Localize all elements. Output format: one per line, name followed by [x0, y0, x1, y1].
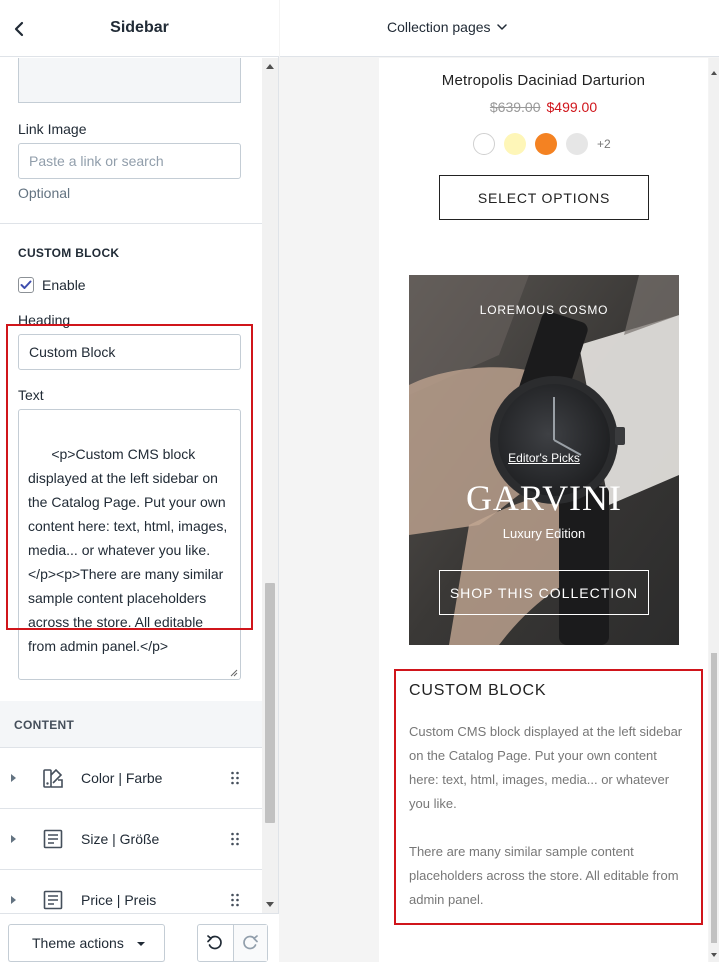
expand-caret-icon[interactable] [11, 835, 16, 843]
product-price: $639.00 $499.00 [379, 99, 708, 115]
content-block-item[interactable]: Size | Größe [0, 808, 262, 869]
page-type-label: Collection pages [387, 19, 491, 35]
shop-collection-button[interactable]: SHOP THIS COLLECTION [439, 570, 649, 615]
sidebar-scrollbar[interactable] [262, 58, 278, 913]
color-swatch-icon [41, 766, 65, 790]
banner-title: GARVINI [465, 478, 623, 518]
expand-caret-icon[interactable] [11, 774, 16, 782]
compare-at-price: $639.00 [489, 99, 541, 115]
more-swatches-count: +2 [597, 137, 611, 151]
resize-grip-icon[interactable] [230, 669, 238, 677]
preview-header: Collection pages [280, 0, 719, 57]
scroll-down-arrow-icon[interactable] [711, 953, 717, 957]
undo-redo-group [197, 924, 268, 962]
settings-sidebar: Sidebar Link Image Paste a link or searc… [0, 0, 279, 962]
page-type-selector[interactable]: Collection pages [387, 19, 507, 35]
chevron-down-icon [496, 24, 507, 30]
theme-actions-button[interactable]: Theme actions [8, 924, 165, 962]
highlight-box [6, 324, 253, 630]
undo-button[interactable] [198, 925, 233, 961]
product-name[interactable]: Metropolis Daciniad Darturion [379, 72, 708, 89]
redo-button[interactable] [232, 925, 267, 961]
scroll-up-arrow-icon[interactable] [266, 64, 274, 69]
banner-edition: Luxury Edition [502, 526, 586, 541]
select-options-button[interactable]: SELECT OPTIONS [439, 175, 649, 220]
banner-subtitle: LOREMOUS COSMO [479, 303, 609, 317]
link-image-label: Link Image [18, 121, 87, 137]
caret-down-icon [137, 942, 145, 946]
enable-label[interactable]: Enable [42, 277, 86, 293]
undo-icon [207, 935, 223, 950]
color-swatch[interactable] [473, 133, 495, 155]
sidebar-title: Sidebar [110, 19, 169, 36]
sale-price: $499.00 [546, 99, 598, 115]
color-swatch[interactable] [566, 133, 588, 155]
drag-handle-icon[interactable] [230, 893, 240, 907]
drag-handle-icon[interactable] [230, 832, 240, 846]
redo-icon [243, 935, 259, 950]
text-block-icon [41, 827, 65, 851]
sidebar-footer: Theme actions [0, 913, 279, 962]
content-section-title: CONTENT [14, 718, 75, 732]
link-image-help: Optional [18, 185, 71, 201]
content-block-item[interactable]: Color | Farbe [0, 747, 262, 808]
scrollbar-thumb[interactable] [711, 653, 717, 943]
color-swatch[interactable] [504, 133, 526, 155]
banner-editors-picks-link[interactable]: Editor's Picks [409, 451, 679, 465]
content-block-label: Color | Farbe [81, 770, 163, 786]
enable-checkbox[interactable] [18, 277, 34, 293]
scroll-up-arrow-icon[interactable] [711, 71, 717, 75]
drag-handle-icon[interactable] [230, 771, 240, 785]
color-swatch[interactable] [535, 133, 557, 155]
image-picker-box[interactable] [18, 58, 241, 103]
scroll-down-arrow-icon[interactable] [266, 902, 274, 907]
custom-block-section-title: CUSTOM BLOCK [18, 246, 120, 260]
link-image-input[interactable]: Paste a link or search [18, 143, 241, 179]
content-section: CONTENT Color | Farbe Size | Größe Price… [0, 701, 262, 913]
preview-scrollbar[interactable] [709, 58, 719, 962]
sidebar-header: Sidebar [0, 0, 279, 57]
content-block-label: Size | Größe [81, 831, 160, 847]
expand-caret-icon[interactable] [11, 896, 16, 904]
content-block-label: Price | Preis [81, 892, 157, 908]
theme-actions-label: Theme actions [32, 935, 124, 951]
text-block-icon [41, 888, 65, 912]
color-swatches: +2 [473, 133, 611, 155]
scrollbar-thumb[interactable] [265, 583, 275, 823]
collection-banner[interactable]: LOREMOUS COSMO Editor's Picks GARVINI Lu… [409, 275, 679, 645]
divider [0, 223, 262, 224]
checkmark-icon [20, 280, 32, 289]
content-block-item[interactable]: Price | Preis [0, 869, 262, 913]
highlight-box [394, 669, 703, 925]
